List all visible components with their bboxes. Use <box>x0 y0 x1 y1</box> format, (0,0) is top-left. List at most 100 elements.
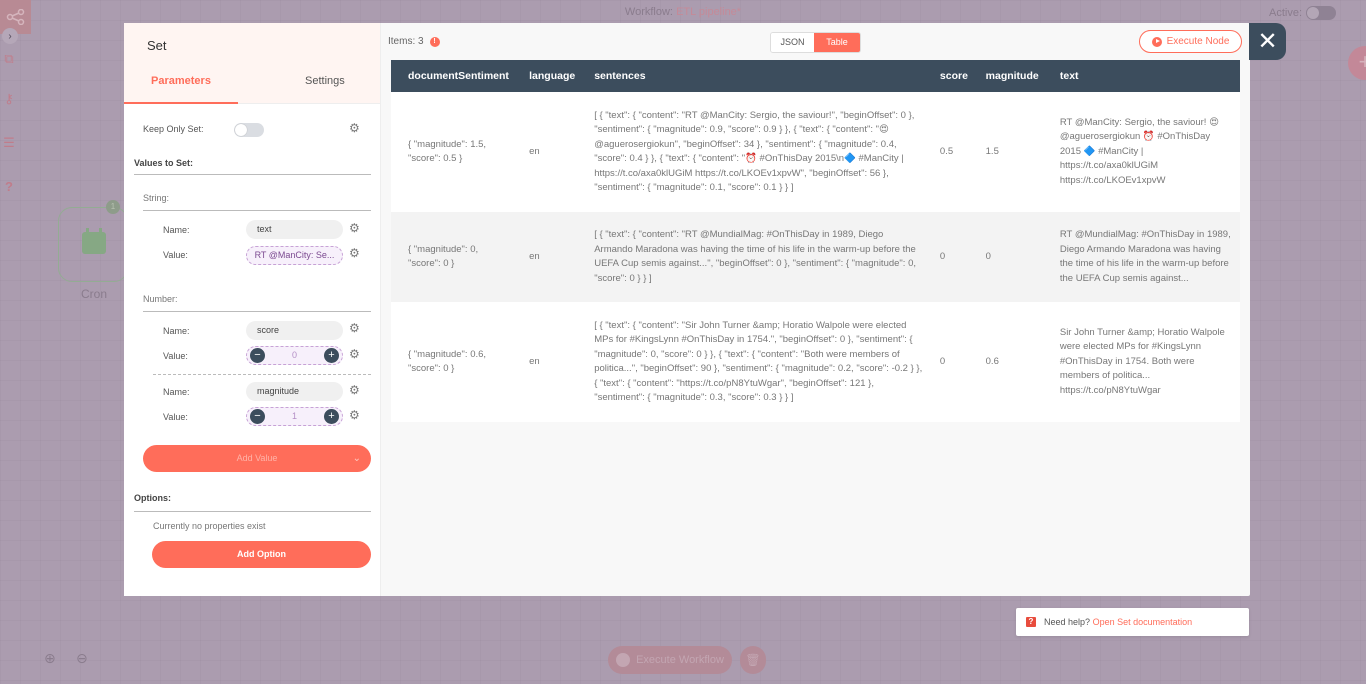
active-toggle[interactable] <box>1306 6 1336 20</box>
cell-language: en <box>529 145 540 157</box>
node-title[interactable]: Set <box>147 38 167 53</box>
options-label: Options: <box>134 493 171 503</box>
name-label: Name: <box>163 387 190 397</box>
string-name-input[interactable]: text <box>246 220 343 239</box>
cell-sentences: [ { "text": { "content": "RT @ManCity: S… <box>594 109 915 194</box>
cell-text: RT @ManCity: Sergio, the saviour! 😍 @agu… <box>1059 116 1219 186</box>
gear-icon[interactable]: ⚙ <box>349 121 360 135</box>
cell-sentences: [ { "text": { "content": "Sir John Turne… <box>594 319 923 404</box>
gear-icon[interactable]: ⚙ <box>349 408 360 422</box>
tab-parameters[interactable]: Parameters <box>151 75 211 87</box>
chevron-down-icon: ⌄ <box>352 453 361 464</box>
cell-score: 0 <box>939 355 946 367</box>
value-label: Value: <box>163 412 188 422</box>
value-label: Value: <box>163 351 188 361</box>
column-header: sentences <box>594 70 646 82</box>
view-json-button[interactable]: JSON <box>771 33 814 52</box>
no-properties-text: Currently no properties exist <box>153 521 266 531</box>
output-panel: Items: 3 ! JSON Table Execute Node docum… <box>381 23 1250 596</box>
magnitude-number-stepper[interactable]: − 1 + <box>246 407 343 426</box>
table-header-row: documentSentiment language sentences sco… <box>391 60 1240 92</box>
cell-text: RT @MundialMag: #OnThisDay in 1989, Dieg… <box>1059 229 1231 284</box>
help-prefix: Need help? <box>1044 617 1091 627</box>
tab-settings[interactable]: Settings <box>305 75 345 87</box>
divider <box>134 174 371 175</box>
close-icon: ✕ <box>1257 28 1278 55</box>
cell-magnitude: 1.5 <box>985 145 999 157</box>
info-icon[interactable]: ! <box>429 36 440 47</box>
items-count: Items: 3 ! <box>388 36 440 47</box>
node-badge: 1 <box>106 200 120 214</box>
value-label: Value: <box>163 250 188 260</box>
key-icon[interactable]: ⚷ <box>2 92 16 106</box>
cell-score: 0 <box>939 250 946 262</box>
active-label: Active: <box>1268 7 1302 19</box>
cell-score: 0.5 <box>939 145 954 157</box>
name-label: Name: <box>163 326 190 336</box>
keep-only-set-toggle[interactable] <box>234 123 264 137</box>
number-section-label: Number: <box>143 294 178 304</box>
divider <box>134 511 371 512</box>
add-node-button[interactable]: + <box>1348 46 1366 80</box>
table-row: { "magnitude": 0.6, "score": 0 } en [ { … <box>391 302 1240 422</box>
list-icon[interactable]: ☰ <box>2 136 16 150</box>
open-documentation-link[interactable]: Open Set documentation <box>1093 617 1193 627</box>
node-details-modal: Set Parameters Settings Keep Only Set: ⚙… <box>124 23 1250 596</box>
zoom-in-icon[interactable]: ⊕ <box>44 650 60 666</box>
help-toast: ? Need help? Open Set documentation <box>1016 608 1249 636</box>
cell-sentences: [ { "text": { "content": "RT @MundialMag… <box>594 229 916 284</box>
name-label: Name: <box>163 225 190 235</box>
help-icon: ? <box>1026 617 1036 627</box>
help-icon[interactable]: ? <box>2 180 16 194</box>
cell-text: Sir John Turner &amp; Horatio Walpole we… <box>1059 326 1225 396</box>
cell-language: en <box>529 250 540 262</box>
workflow-title: Workflow: ETL pipeline* <box>0 6 1366 18</box>
increment-button[interactable]: + <box>324 409 339 424</box>
gear-icon[interactable]: ⚙ <box>349 383 360 397</box>
execute-workflow-button[interactable]: Execute Workflow <box>608 646 732 674</box>
keep-only-set-label: Keep Only Set: <box>143 124 204 134</box>
gear-icon[interactable]: ⚙ <box>349 347 360 361</box>
number-name-input[interactable]: score <box>246 321 343 340</box>
workflow-name[interactable]: ETL pipeline* <box>676 6 741 18</box>
gear-icon[interactable]: ⚙ <box>349 246 360 260</box>
gear-icon[interactable]: ⚙ <box>349 221 360 235</box>
number-name-input[interactable]: magnitude <box>246 382 343 401</box>
score-number-stepper[interactable]: − 0 + <box>246 346 343 365</box>
execute-node-button[interactable]: Execute Node <box>1139 30 1242 53</box>
values-to-set-label: Values to Set: <box>134 158 194 168</box>
item-separator <box>153 374 371 375</box>
column-header: documentSentiment <box>408 70 509 82</box>
gear-icon[interactable]: ⚙ <box>349 321 360 335</box>
table-row: { "magnitude": 0, "score": 0 } en [ { "t… <box>391 212 1240 302</box>
network-icon[interactable]: ⧉ <box>2 52 16 66</box>
active-tab-indicator <box>124 102 238 104</box>
zoom-out-icon[interactable]: ⊖ <box>76 650 92 666</box>
node-label: Cron <box>80 287 107 301</box>
add-value-button[interactable]: Add Value ⌄ <box>143 445 371 472</box>
column-header: language <box>529 70 576 82</box>
close-modal-button[interactable]: ✕ <box>1249 23 1286 60</box>
active-switch-wrap: Active: <box>1269 6 1336 20</box>
increment-button[interactable]: + <box>324 348 339 363</box>
view-table-button[interactable]: Table <box>814 33 860 52</box>
play-icon <box>1151 36 1162 47</box>
cell-document-sentiment: { "magnitude": 0.6, "score": 0 } <box>408 348 487 375</box>
add-option-button[interactable]: Add Option <box>152 541 371 568</box>
panel-header: Set Parameters Settings <box>124 23 380 104</box>
divider <box>143 210 371 211</box>
string-section-label: String: <box>143 193 170 203</box>
workflow-title-prefix: Workflow: <box>624 6 673 18</box>
expand-chevron-icon[interactable]: › <box>2 28 18 44</box>
calendar-icon <box>82 228 106 254</box>
cell-document-sentiment: { "magnitude": 1.5, "score": 0.5 } <box>408 138 487 165</box>
parameters-panel: Set Parameters Settings Keep Only Set: ⚙… <box>124 23 381 596</box>
play-icon <box>616 653 631 667</box>
trash-icon[interactable]: 🗑 <box>740 646 766 674</box>
items-count-label: Items: 3 <box>388 36 424 47</box>
add-value-label: Add Value <box>236 453 278 463</box>
string-value-expression-input[interactable]: RT @ManCity: Se... <box>246 246 343 265</box>
execute-workflow-label: Execute Workflow <box>636 654 724 666</box>
view-switch: JSON Table <box>770 32 861 53</box>
column-header: score <box>939 70 968 82</box>
